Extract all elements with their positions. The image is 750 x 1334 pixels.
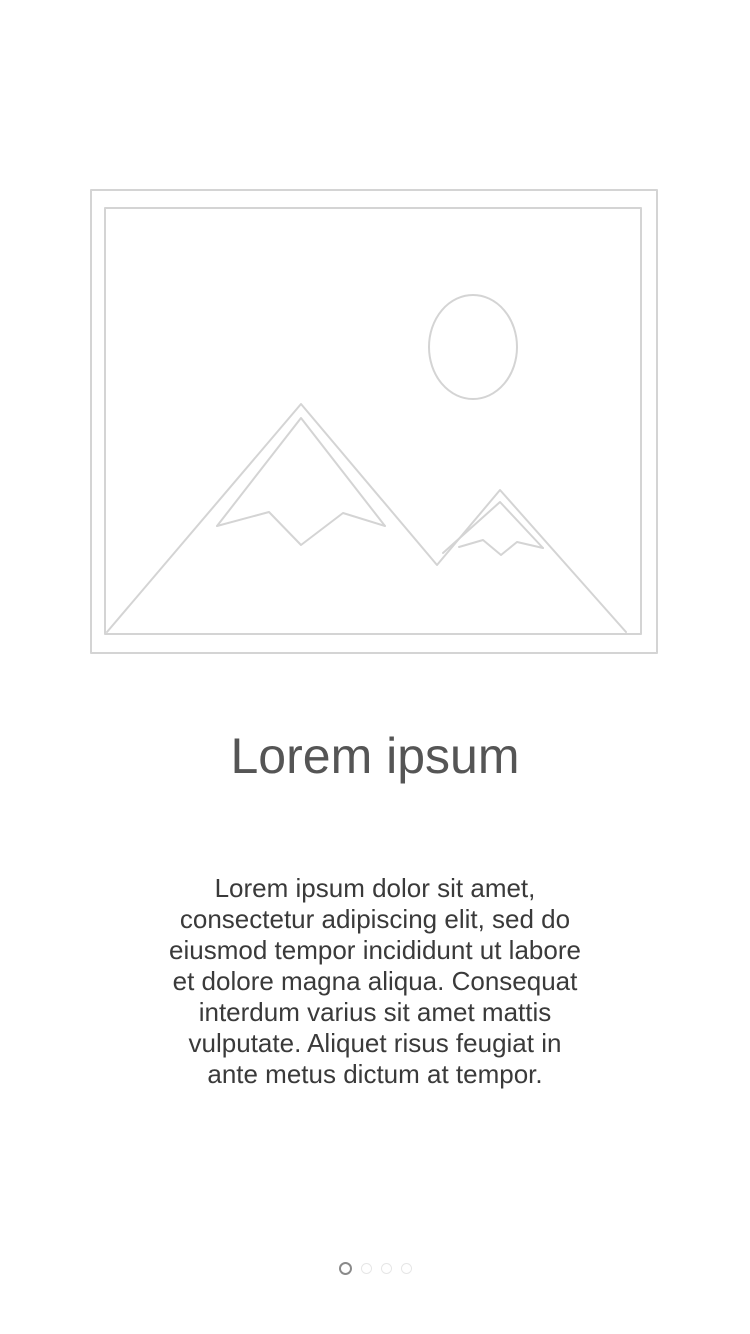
- page-dot-3[interactable]: [380, 1262, 392, 1274]
- page-indicator: [0, 1259, 750, 1277]
- image-placeholder: [89, 188, 659, 655]
- page-dot-2[interactable]: [360, 1262, 372, 1274]
- page-dot-4[interactable]: [400, 1262, 412, 1274]
- description-text: Lorem ipsum dolor sit amet, consectetur …: [169, 873, 581, 1089]
- page-title: Lorem ipsum: [230, 728, 520, 784]
- page-dot-1[interactable]: [338, 1261, 352, 1275]
- image-placeholder-icon: [90, 189, 658, 654]
- onboarding-screen: Lorem ipsum Lorem ipsum dolor sit amet, …: [0, 0, 750, 1334]
